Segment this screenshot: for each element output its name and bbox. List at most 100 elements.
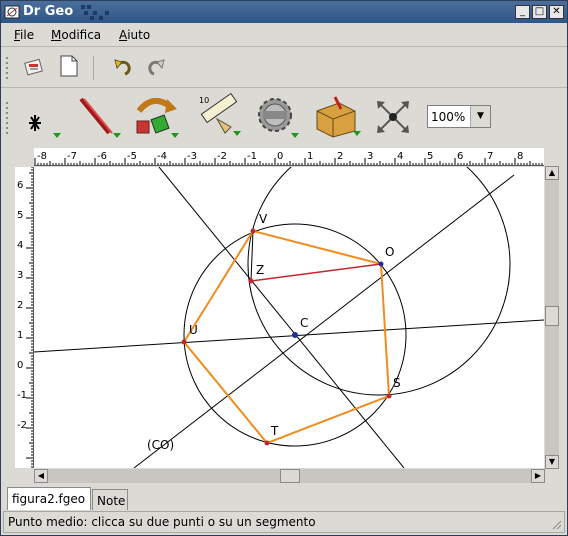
status-text: Punto medio: clicca su due punti o su un… bbox=[8, 515, 316, 529]
ruler-tick-label: 4 bbox=[17, 240, 23, 251]
measure-tool-icon[interactable]: 10 bbox=[191, 93, 245, 141]
point-s[interactable] bbox=[386, 393, 392, 399]
ruler-tick-label: -3 bbox=[187, 151, 197, 162]
window-title: Dr Geo bbox=[23, 4, 74, 19]
document-tabs: figura2.fgeo Note bbox=[5, 487, 565, 511]
minimize-button[interactable]: _ bbox=[515, 5, 530, 19]
horizontal-ruler: -8 -7 -6 -5 -4 -3 -2 -1 0 1 2 3 4 5 6 7 8 bbox=[34, 148, 544, 166]
ruler-tick-label: 1 bbox=[307, 151, 313, 162]
line-through-u-c[interactable] bbox=[34, 319, 544, 353]
edit-toolbox-icon[interactable] bbox=[311, 93, 363, 141]
titlebar-decoration bbox=[81, 5, 109, 20]
menu-modifica-mnemonic: M bbox=[51, 28, 62, 42]
label-v: V bbox=[259, 212, 268, 226]
zoom-select[interactable]: 100% ▼ bbox=[427, 105, 491, 128]
segment-z-v[interactable] bbox=[250, 230, 254, 282]
open-icon[interactable] bbox=[23, 55, 45, 77]
ruler-tick-label: 6 bbox=[457, 151, 463, 162]
point-u[interactable] bbox=[181, 339, 187, 345]
horizontal-ruler-ticks: -8 -7 -6 -5 -4 -3 -2 -1 0 1 2 3 4 5 6 7 8 bbox=[34, 151, 543, 165]
circle-large[interactable] bbox=[247, 167, 511, 396]
label-u: U bbox=[189, 323, 198, 337]
menu-file-rest: ile bbox=[20, 28, 35, 42]
ruler-tick-label: -1 bbox=[17, 390, 27, 401]
main-toolbar bbox=[1, 48, 567, 88]
zoom-value: 100% bbox=[431, 110, 466, 124]
ruler-tick-label: 0 bbox=[17, 360, 23, 371]
point-v[interactable] bbox=[250, 228, 256, 234]
macro-gear-icon[interactable] bbox=[251, 95, 303, 141]
move-arrows-icon[interactable] bbox=[373, 97, 413, 137]
ruler-tick-label: -8 bbox=[37, 151, 47, 162]
vertical-scroll-thumb[interactable] bbox=[545, 306, 559, 326]
ruler-tick-label: -2 bbox=[17, 420, 27, 431]
menu-aiuto[interactable]: Aiuto bbox=[119, 28, 150, 42]
tab-note[interactable]: Note bbox=[92, 489, 128, 510]
chevron-down-icon[interactable]: ▼ bbox=[470, 106, 490, 127]
menu-bar: File Modifica Aiuto bbox=[1, 23, 567, 47]
label-o: O bbox=[385, 245, 394, 259]
ruler-corner bbox=[15, 148, 34, 167]
ruler-tick-label: 2 bbox=[337, 151, 343, 162]
toolbar-separator bbox=[93, 56, 94, 80]
menu-modifica-rest: odifica bbox=[61, 28, 102, 42]
ruler-tick-label: 3 bbox=[367, 151, 373, 162]
label-t: T bbox=[270, 424, 279, 438]
vertical-ruler: 6 5 4 3 2 1 0 -1 -2 bbox=[15, 167, 34, 468]
toolbar-grip-2[interactable] bbox=[4, 99, 10, 137]
resize-grip-icon[interactable] bbox=[552, 520, 562, 530]
drgeo-app-icon bbox=[4, 5, 20, 19]
label-co: (CO) bbox=[147, 438, 174, 452]
horizontal-scroll-thumb[interactable] bbox=[280, 469, 300, 483]
ruler-tick-label: 3 bbox=[17, 270, 23, 281]
maximize-button[interactable]: □ bbox=[532, 5, 547, 19]
menu-aiuto-rest: iuto bbox=[127, 28, 151, 42]
ruler-tick-label: -4 bbox=[157, 151, 167, 162]
ruler-tick-label: 0 bbox=[277, 151, 283, 162]
menu-file[interactable]: File bbox=[14, 28, 34, 42]
title-bar[interactable]: Dr Geo _ □ ✕ bbox=[1, 1, 567, 23]
geometry-toolbar: 10 100% ▼ bbox=[1, 89, 567, 145]
horizontal-scrollbar[interactable]: ◀ ▶ bbox=[34, 469, 545, 483]
point-c[interactable] bbox=[292, 332, 298, 338]
segment-z-o[interactable] bbox=[250, 263, 382, 282]
line-tool-icon[interactable] bbox=[73, 95, 125, 141]
ruler-tick-label: 6 bbox=[17, 180, 23, 191]
scroll-right-arrow-icon[interactable]: ▶ bbox=[531, 469, 545, 483]
menu-modifica[interactable]: Modifica bbox=[51, 28, 101, 42]
drawing-canvas[interactable]: V O Z U C S T (CO) bbox=[34, 167, 544, 468]
ruler-tick-label: -5 bbox=[127, 151, 137, 162]
ruler-tick-label: -1 bbox=[247, 151, 257, 162]
geometry-figure[interactable]: V O Z U C S T (CO) bbox=[34, 167, 544, 468]
tab-figura2[interactable]: figura2.fgeo bbox=[7, 487, 91, 510]
point-tool-icon[interactable] bbox=[23, 107, 65, 141]
point-t[interactable] bbox=[264, 440, 270, 446]
point-z[interactable] bbox=[248, 278, 254, 284]
scroll-up-arrow-icon[interactable]: ▲ bbox=[545, 166, 559, 180]
menu-aiuto-mnemonic: A bbox=[119, 28, 128, 42]
ruler-tick-label: 5 bbox=[427, 151, 433, 162]
ruler-tick-label: 5 bbox=[17, 210, 23, 221]
scroll-left-arrow-icon[interactable]: ◀ bbox=[34, 469, 48, 483]
label-c: C bbox=[300, 316, 308, 330]
new-document-icon[interactable] bbox=[58, 54, 80, 78]
ruler-tick-label: -7 bbox=[67, 151, 77, 162]
label-s: S bbox=[393, 376, 401, 390]
svg-text:10: 10 bbox=[199, 96, 209, 105]
point-o[interactable] bbox=[378, 261, 384, 267]
undo-icon[interactable] bbox=[111, 56, 133, 78]
ruler-tick-label: 2 bbox=[17, 300, 23, 311]
label-z: Z bbox=[256, 263, 264, 277]
ruler-tick-label: -6 bbox=[97, 151, 107, 162]
status-bar: Punto medio: clicca su due punti o su un… bbox=[3, 511, 565, 533]
scroll-down-arrow-icon[interactable]: ▼ bbox=[545, 455, 559, 469]
ruler-tick-label: 7 bbox=[487, 151, 493, 162]
line-v-c[interactable] bbox=[158, 167, 405, 468]
toolbar-grip[interactable] bbox=[4, 54, 10, 82]
vertical-ruler-ticks: 6 5 4 3 2 1 0 -1 -2 bbox=[17, 167, 33, 468]
line-co[interactable] bbox=[133, 174, 515, 468]
transformation-tool-icon[interactable] bbox=[131, 95, 183, 141]
close-button[interactable]: ✕ bbox=[549, 5, 564, 19]
redo-icon[interactable] bbox=[146, 56, 168, 78]
vertical-scrollbar[interactable]: ▲ ▼ bbox=[545, 166, 559, 469]
